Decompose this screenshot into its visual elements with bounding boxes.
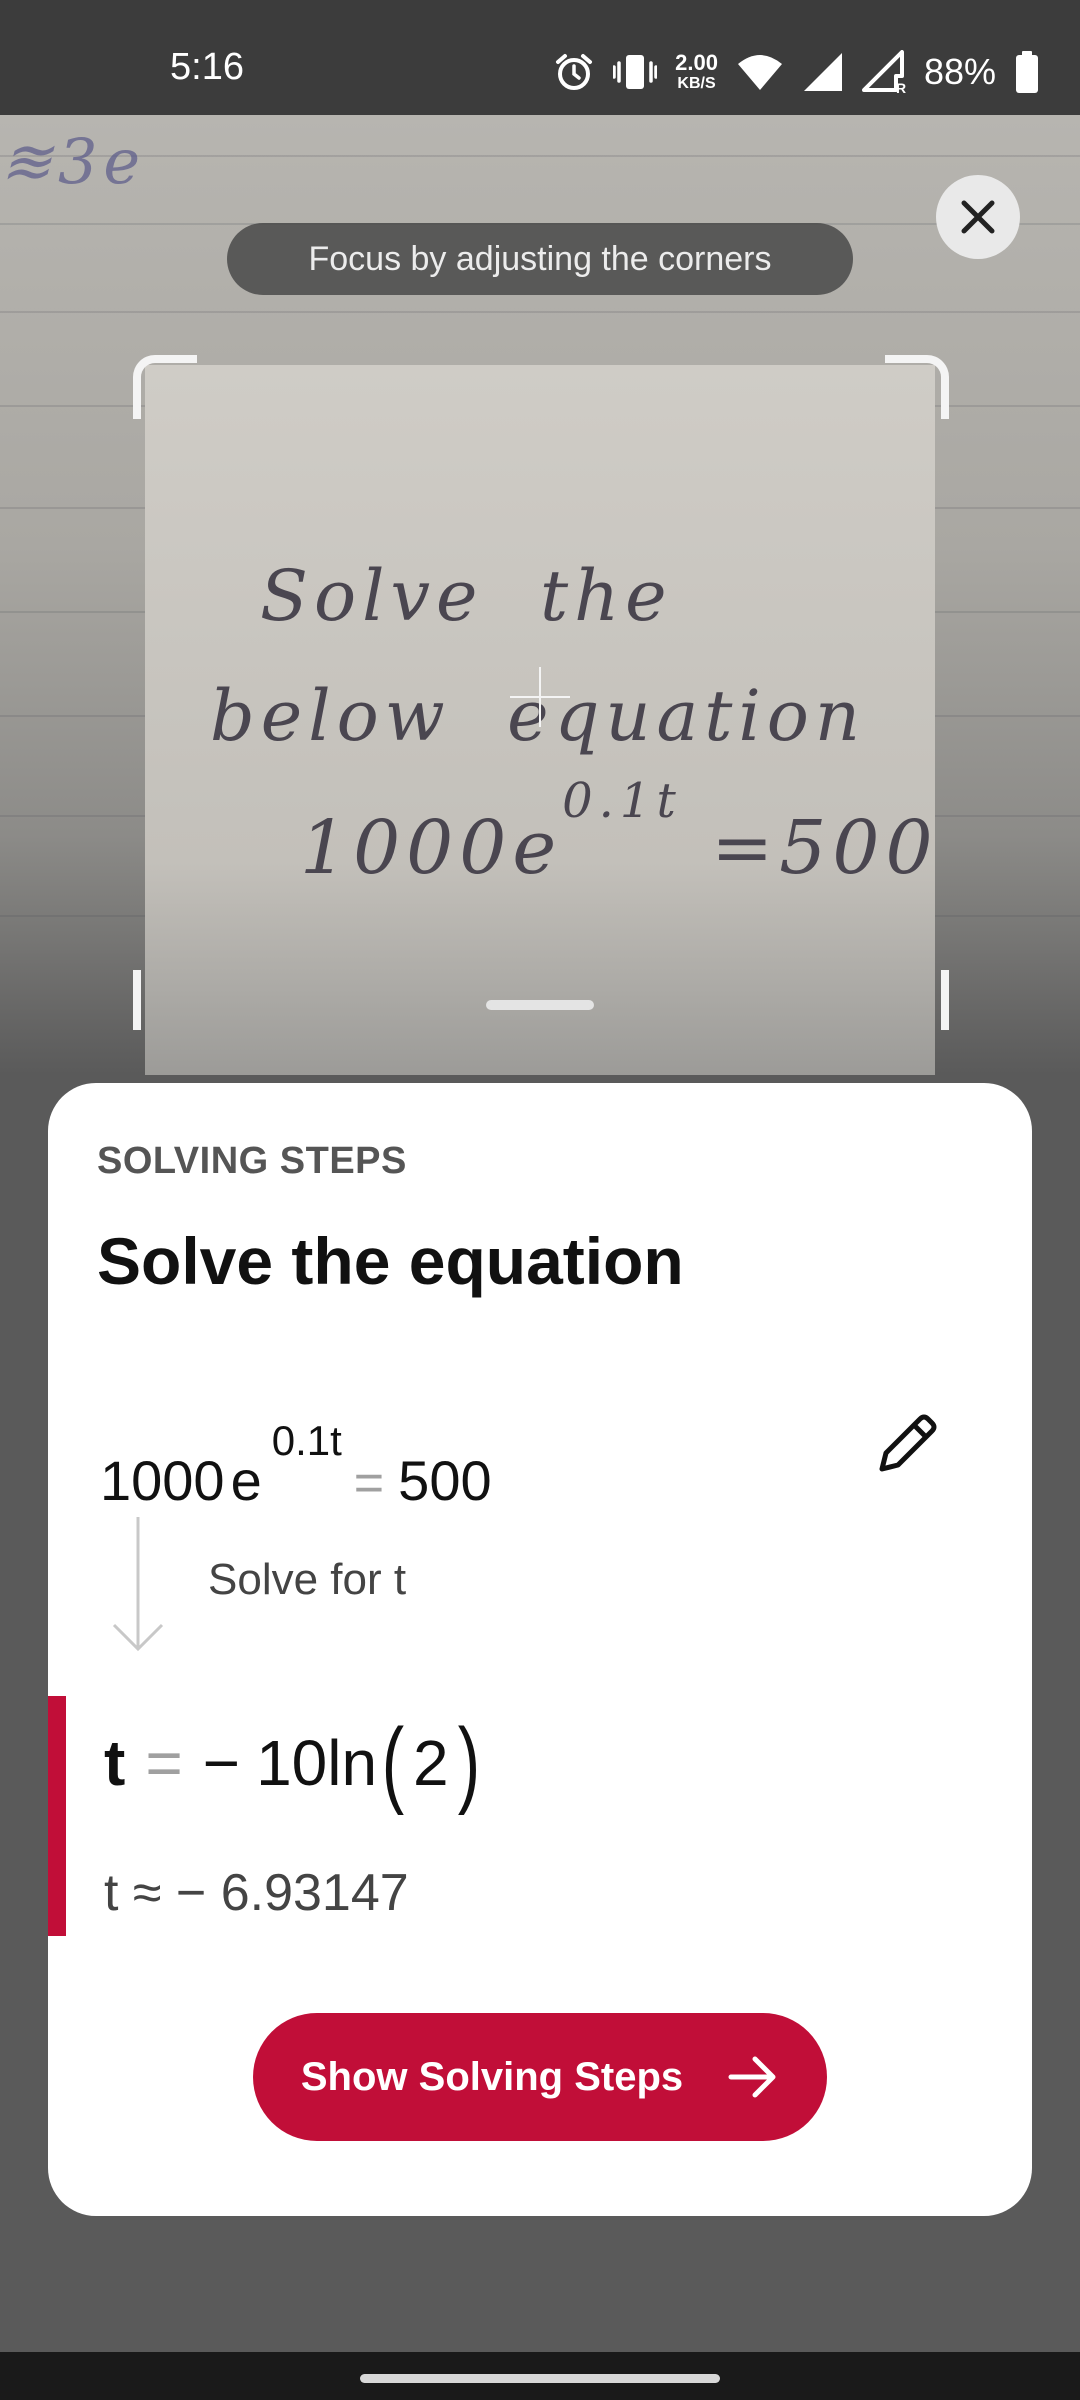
sheet-overline: SOLVING STEPS [97,1140,407,1182]
wifi-icon [737,55,782,90]
signal-roaming-icon: R [861,50,906,94]
net-speed-unit: KB/S [677,75,716,92]
crop-corner-bottom-right[interactable] [885,970,949,1030]
battery-percent: 88% [923,51,996,92]
sheet-drag-handle[interactable] [486,1000,594,1010]
alarm-icon [556,54,593,90]
edit-equation-button[interactable] [868,1403,948,1483]
show-solving-steps-label: Show Solving Steps [300,2054,684,2099]
show-solving-steps-button[interactable]: Show Solving Steps [253,2013,827,2141]
arrow-right-icon [728,2056,776,2098]
battery-icon [1016,51,1038,93]
svg-text:R: R [896,80,906,94]
crop-corner-top-right[interactable] [885,355,949,419]
equation-rhs: 500 [398,1449,492,1512]
result-open-paren: ( [381,1709,405,1816]
equation-equals: = [353,1454,385,1512]
focus-hint: Focus by adjusting the corners [227,223,853,295]
sheet-title: Solve the equation [97,1224,684,1298]
crop-corner-bottom-left[interactable] [133,970,197,1030]
result-argument: 2 [413,1727,449,1799]
handwritten-photo-line-1: Solve the [260,555,673,637]
vibrate-icon [613,55,658,89]
close-icon [961,200,995,234]
result-equals: = [145,1727,183,1799]
problem-equation[interactable]: 1000 e 0.1t = 500 [100,1393,492,1513]
step-arrow-icon [112,1517,164,1652]
pencil-icon [879,1414,937,1472]
camera-preview[interactable]: ≋3e Solve the below equation 1000e0.1t =… [0,115,1080,1075]
equation-coefficient: 1000 [100,1449,225,1512]
result-expression: t = − 10ln ( 2 ) [104,1713,485,1813]
status-time: 5:16 [170,46,244,88]
equation-base: e [230,1449,262,1512]
signal-icon [803,53,842,91]
crop-corner-top-left[interactable] [133,355,197,419]
net-speed: 2.00 KB/S [675,52,718,92]
result-expression-text: 10ln [256,1727,378,1799]
status-icons: 2.00 KB/S R 88% [553,44,1040,100]
navigation-bar [0,2352,1080,2400]
result-approximation: t ≈ − 6.93147 [104,1864,409,1922]
result-close-paren: ) [457,1709,480,1816]
step-label: Solve for t [208,1555,407,1604]
equation-exponent: 0.1t [271,1417,342,1464]
result-variable: t [104,1727,126,1799]
close-button[interactable] [936,175,1020,259]
status-bar: 5:16 2.00 KB/S R 88% [0,0,1080,115]
net-speed-value: 2.00 [675,50,718,75]
result-accent-bar [48,1696,66,1936]
handwritten-photo-line-3: 1000e0.1t =500 [300,773,939,891]
solving-steps-sheet: SOLVING STEPS Solve the equation 1000 e … [48,1083,1032,2216]
result-minus: − [202,1727,241,1799]
focus-crosshair [510,667,570,727]
handwritten-photo-fragment: ≋3e [0,125,147,198]
home-gesture-pill[interactable] [360,2374,720,2383]
